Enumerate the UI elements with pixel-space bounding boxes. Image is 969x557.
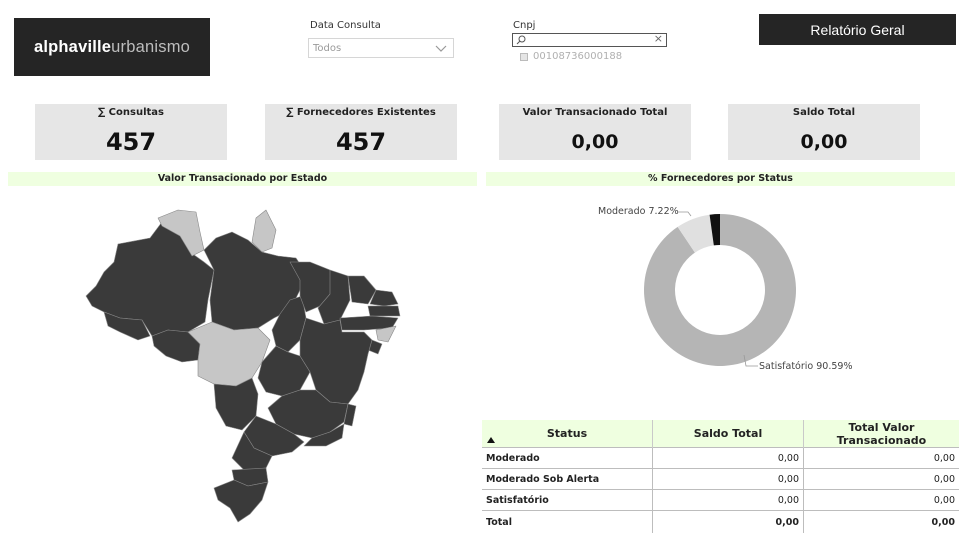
table-row[interactable]: Moderado 0,00 0,00 [482,447,959,469]
sort-ascending-icon [487,437,495,443]
card-value: 457 [105,128,157,156]
cell-saldo: 0,00 [652,489,804,511]
cell-total-valor: 0,00 [803,510,959,533]
map-section-title: Valor Transacionado por Estado [8,172,477,186]
data-consulta-dropdown[interactable]: Todos [308,38,454,58]
card-consultas: ∑ Consultas 457 [35,104,227,160]
cell-saldo: 0,00 [652,468,804,490]
card-value: 0,00 [800,131,848,153]
card-title: Valor Transacionado Total [522,107,668,118]
card-value: 0,00 [571,131,619,153]
table-row[interactable]: Satisfatório 0,00 0,00 [482,489,959,511]
table-row[interactable]: Moderado Sob Alerta 0,00 0,00 [482,468,959,490]
cell-status: Satisfatório [482,489,653,511]
cell-status: Moderado Sob Alerta [482,468,653,490]
state-rio-grande-do-sul[interactable] [213,479,269,523]
cnpj-option-checkbox[interactable] [520,53,528,61]
card-saldo-total: Saldo Total 0,00 [728,104,920,160]
donut-label-satisfatorio: Satisfatório 90.59% [759,361,853,372]
col-header-total-valor-transacionado[interactable]: Total Valor Transacionado [803,420,959,448]
logo-text-bold: alphaville [33,37,112,56]
cell-status: Moderado [482,447,653,469]
cell-saldo: 0,00 [652,447,804,469]
cnpj-option-label[interactable]: 00108736000188 [533,51,622,62]
cell-valor: 0,00 [803,489,959,511]
company-logo: alphaville urbanismo [14,18,210,76]
table-total-row: Total 0,00 0,00 [482,510,959,533]
leader-line-moderado [678,211,692,217]
logo-text-light: urbanismo [111,37,191,56]
leader-line-satisfatorio [743,355,758,367]
cnpj-label: Cnpj [513,20,536,31]
search-icon [516,35,526,45]
col-header-saldo-total[interactable]: Saldo Total [652,420,804,448]
data-consulta-value: Todos [313,43,342,54]
state-amapa[interactable] [251,209,277,253]
cell-total-saldo: 0,00 [652,510,804,533]
cnpj-search-input[interactable]: × [512,32,667,47]
data-consulta-label: Data Consulta [310,20,381,31]
relatorio-geral-button[interactable]: Relatório Geral [759,14,956,45]
brazil-map [85,209,401,523]
donut-section-title: % Fornecedores por Status [486,172,955,186]
status-donut-chart [644,214,796,366]
card-fornecedores: ∑ Fornecedores Existentes 457 [265,104,457,160]
state-mato-grosso[interactable] [187,321,271,387]
clear-icon[interactable]: × [654,32,663,46]
card-valor-transacionado: Valor Transacionado Total 0,00 [499,104,691,160]
status-table: Status Saldo Total Total Valor Transacio… [482,420,959,533]
chevron-down-icon [435,45,447,52]
cell-valor: 0,00 [803,468,959,490]
state-paraiba[interactable] [367,305,401,317]
card-title: ∑ Consultas [98,107,164,118]
header-label: Total Valor Transacionado [836,420,927,447]
card-value: 457 [335,128,387,156]
cell-total-label: Total [482,510,653,533]
col-header-status[interactable]: Status [482,420,653,448]
cell-valor: 0,00 [803,447,959,469]
card-title: ∑ Fornecedores Existentes [286,107,436,118]
card-title: Saldo Total [792,107,856,118]
header-label: Status [546,427,588,440]
donut-label-moderado: Moderado 7.22% [598,206,679,217]
header-label: Saldo Total [693,427,763,440]
